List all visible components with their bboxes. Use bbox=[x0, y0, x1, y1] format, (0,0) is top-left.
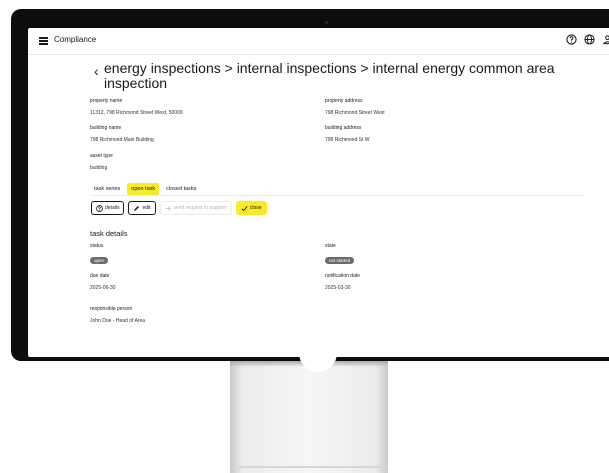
breadcrumb: ‹ energy inspections > internal inspecti… bbox=[90, 61, 590, 91]
back-chevron-icon[interactable]: ‹ bbox=[94, 61, 99, 81]
top-bar: Compliance bbox=[28, 28, 609, 55]
send-request-button-label: send request to supplier bbox=[173, 205, 227, 211]
user-icon[interactable] bbox=[601, 33, 609, 46]
send-request-button[interactable]: send request to supplier bbox=[159, 201, 232, 215]
responsible-person-value: John Doe - Head of Area bbox=[90, 318, 146, 324]
edit-button[interactable]: edit bbox=[128, 201, 156, 215]
responsible-person-label: responsible person bbox=[90, 306, 133, 312]
property-name-field: property name 11312, 798 Richmond Street… bbox=[90, 98, 183, 116]
send-arrow-icon bbox=[165, 205, 171, 211]
task-tabs: task series open task closed tasks bbox=[90, 183, 200, 195]
stand-base bbox=[238, 466, 388, 468]
status-field: status open bbox=[90, 243, 109, 267]
tab-closed-tasks[interactable]: closed tasks bbox=[162, 183, 200, 195]
details-button-label: details bbox=[105, 205, 120, 211]
notification-date-value: 2025-03-30 bbox=[325, 285, 351, 291]
tab-open-task[interactable]: open task bbox=[127, 183, 160, 195]
globe-icon[interactable] bbox=[583, 33, 596, 46]
due-date-label: due date bbox=[90, 273, 110, 279]
building-name-label: building name bbox=[90, 125, 122, 131]
building-name-value: 798 Richmond Main Building bbox=[90, 137, 154, 143]
help-circle-icon bbox=[96, 204, 103, 212]
asset-type-field: asset type building bbox=[90, 153, 113, 171]
property-address-field: property address 798 Richmond Street Wes… bbox=[325, 98, 385, 116]
responsible-person-field: responsible person John Doe - Head of Ar… bbox=[90, 306, 145, 324]
building-address-field: building address 798 Richmond St W bbox=[325, 125, 369, 143]
monitor-bezel: Compliance ‹ energy inspections > intern… bbox=[11, 9, 609, 361]
app-title: Compliance bbox=[54, 35, 97, 44]
notification-date-field: notification date 2025-03-30 bbox=[325, 273, 360, 291]
header-icons bbox=[565, 33, 609, 46]
property-name-value: 11312, 798 Richmond Street West, 50009 bbox=[90, 110, 183, 116]
status-label: status bbox=[90, 243, 104, 249]
property-address-value: 798 Richmond Street West bbox=[325, 110, 385, 116]
asset-type-value: building bbox=[90, 165, 108, 171]
due-date-field: due date 2025-06-30 bbox=[90, 273, 116, 291]
tab-task-series[interactable]: task series bbox=[90, 183, 124, 195]
page-title: energy inspections > internal inspection… bbox=[104, 60, 555, 91]
building-name-field: building name 798 Richmond Main Building bbox=[90, 125, 154, 143]
state-field: state not started bbox=[325, 243, 355, 267]
details-button[interactable]: details bbox=[91, 201, 125, 215]
monitor-stand bbox=[230, 361, 388, 473]
notification-date-label: notification date bbox=[325, 273, 361, 279]
state-label: state bbox=[325, 243, 336, 249]
page-header: ‹ energy inspections > internal inspecti… bbox=[90, 58, 590, 91]
edit-button-label: edit bbox=[142, 205, 151, 211]
checkmark-icon bbox=[241, 205, 248, 211]
camera-dot bbox=[325, 21, 328, 24]
pencil-icon bbox=[134, 205, 140, 211]
tabs-divider bbox=[90, 195, 583, 196]
action-toolbar: details edit send request to supplier cl… bbox=[91, 201, 267, 215]
property-address-label: property address bbox=[325, 98, 363, 104]
status-badge: open bbox=[90, 257, 109, 264]
asset-type-label: asset type bbox=[90, 153, 113, 159]
help-icon[interactable] bbox=[565, 33, 578, 46]
building-address-value: 798 Richmond St W bbox=[325, 137, 370, 143]
building-address-label: building address bbox=[325, 125, 362, 131]
menu-icon[interactable] bbox=[39, 37, 48, 45]
due-date-value: 2025-06-30 bbox=[90, 285, 116, 291]
property-name-label: property name bbox=[90, 98, 123, 104]
task-details-title: task details bbox=[90, 229, 128, 238]
close-button-label: close bbox=[249, 205, 262, 211]
app-screen: Compliance ‹ energy inspections > intern… bbox=[28, 28, 609, 357]
state-badge: not started bbox=[325, 257, 355, 264]
close-button[interactable]: close bbox=[235, 201, 267, 215]
